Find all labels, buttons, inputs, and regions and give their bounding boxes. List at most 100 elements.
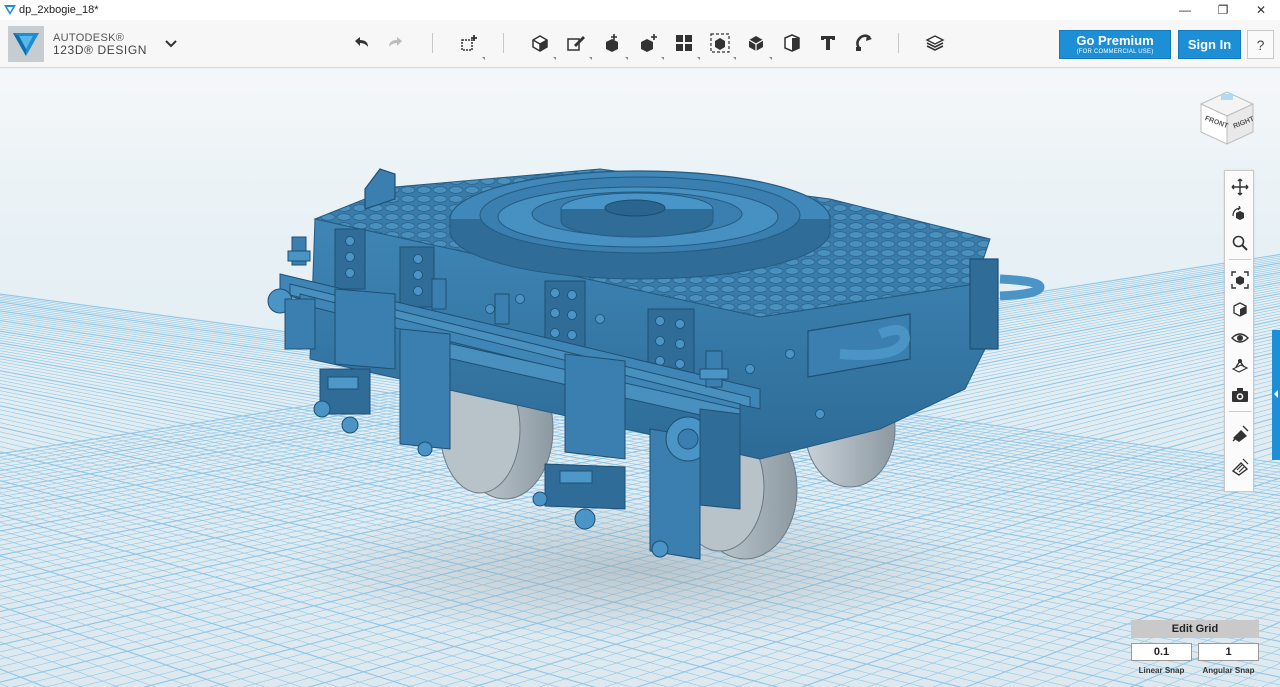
undo-button[interactable] <box>348 30 374 56</box>
grouping-button[interactable] <box>707 30 736 60</box>
redo-button[interactable] <box>383 30 409 56</box>
views-icon <box>1233 302 1247 317</box>
rivet <box>567 330 577 340</box>
measure-button[interactable] <box>779 30 805 56</box>
rivet <box>413 254 423 264</box>
combine-icon <box>748 36 764 51</box>
pan-icon <box>1231 178 1249 196</box>
orbit-button[interactable] <box>1228 203 1252 227</box>
rivet <box>675 339 685 349</box>
linear-snap-label: Linear Snap <box>1138 666 1185 675</box>
snap-button[interactable] <box>851 30 877 56</box>
visibility-icon <box>1231 333 1249 343</box>
app-icon <box>2 2 18 18</box>
rivet <box>815 409 825 419</box>
fit-button[interactable] <box>1228 268 1252 292</box>
material-icon <box>925 35 945 51</box>
snap-icon <box>856 34 872 51</box>
toolbar-divider <box>503 33 504 53</box>
materials-outline-button[interactable] <box>1228 422 1252 446</box>
redo-icon <box>389 37 402 47</box>
measure-icon <box>784 34 800 52</box>
visibility-button[interactable] <box>1228 326 1252 350</box>
3d-viewport[interactable]: FRONT RIGHT <box>0 69 1280 687</box>
sign-in-button[interactable]: Sign In <box>1178 30 1241 59</box>
scene-canvas[interactable] <box>0 69 1280 687</box>
navigation-bar <box>1224 170 1254 492</box>
text-icon <box>821 36 835 50</box>
grid-toggle-button[interactable] <box>1228 354 1252 378</box>
rivet <box>485 304 495 314</box>
close-button[interactable]: ✕ <box>1242 0 1280 20</box>
rivet <box>675 359 685 369</box>
primitives-icon <box>532 35 548 52</box>
angular-snap-input[interactable] <box>1198 643 1259 661</box>
window-title: dp_2xbogie_18* <box>19 4 99 16</box>
zoom-icon <box>1232 235 1248 251</box>
view-cube[interactable]: FRONT RIGHT <box>1195 86 1257 148</box>
center-pivot <box>449 170 831 280</box>
modify-button[interactable] <box>635 30 664 60</box>
brand-line2: 123D® DESIGN <box>53 43 148 57</box>
toolbar-divider <box>898 33 899 53</box>
materials-shaded-button[interactable] <box>1228 455 1252 479</box>
rivet <box>345 236 355 246</box>
linear-snap-input[interactable] <box>1131 643 1192 661</box>
model-shadow <box>280 499 1000 639</box>
text-button[interactable] <box>815 30 841 56</box>
nav-divider <box>1229 411 1251 412</box>
rivet <box>567 290 577 300</box>
primitives-button[interactable] <box>527 30 556 60</box>
chevron-down-icon[interactable] <box>163 36 179 52</box>
chevron-left-icon <box>1274 390 1278 398</box>
pattern-icon <box>676 35 692 51</box>
rivet <box>345 252 355 262</box>
screenshot-icon <box>1232 388 1248 402</box>
rivet <box>413 270 423 280</box>
title-bar: dp_2xbogie_18* — ❐ ✕ <box>0 0 1280 20</box>
maximize-button[interactable]: ❐ <box>1204 0 1242 20</box>
app-menu[interactable]: AUTODESK® 123D® DESIGN <box>8 26 147 62</box>
rivet <box>567 310 577 320</box>
sketch-icon <box>567 36 585 51</box>
undo-icon <box>355 37 368 47</box>
rivet <box>515 294 525 304</box>
rivet <box>655 316 665 326</box>
rivet <box>550 328 560 338</box>
main-toolbar: AUTODESK® 123D® DESIGN Go Premium (FOR C… <box>0 20 1280 68</box>
orbit-icon <box>1232 206 1244 220</box>
minimize-button[interactable]: — <box>1166 0 1204 20</box>
zoom-button[interactable] <box>1228 231 1252 255</box>
go-premium-label: Go Premium <box>1076 33 1154 48</box>
rivet <box>413 286 423 296</box>
rivet <box>785 349 795 359</box>
angular-snap-label: Angular Snap <box>1202 666 1255 675</box>
materials-shaded-icon <box>1231 458 1249 476</box>
grid-toggle-icon <box>1231 359 1249 373</box>
pan-button[interactable] <box>1228 175 1252 199</box>
autodesk-logo-icon <box>8 26 44 62</box>
sketch-button[interactable] <box>563 30 592 60</box>
material-button[interactable] <box>922 30 948 56</box>
rivet <box>550 288 560 298</box>
grouping-icon <box>710 33 730 53</box>
go-premium-sublabel: (FOR COMMERCIAL USE) <box>1076 49 1154 55</box>
go-premium-button[interactable]: Go Premium (FOR COMMERCIAL USE) <box>1059 30 1171 59</box>
views-button[interactable] <box>1228 297 1252 321</box>
modify-icon <box>641 34 657 52</box>
pattern-button[interactable] <box>671 30 700 60</box>
help-button[interactable]: ? <box>1247 30 1274 59</box>
rivet <box>675 319 685 329</box>
edit-grid-panel: Edit Grid Linear Snap Angular Snap <box>1131 620 1259 675</box>
combine-button[interactable] <box>743 30 772 60</box>
screenshot-button[interactable] <box>1228 383 1252 407</box>
construct-icon <box>606 34 618 52</box>
construct-button[interactable] <box>599 30 628 60</box>
rivet <box>595 314 605 324</box>
materials-outline-icon <box>1232 425 1249 442</box>
fit-icon <box>1231 271 1249 289</box>
side-panel-toggle[interactable] <box>1272 330 1280 460</box>
edit-grid-button[interactable]: Edit Grid <box>1131 620 1259 638</box>
transform-button[interactable] <box>456 30 485 60</box>
toolbar-divider <box>432 33 433 53</box>
